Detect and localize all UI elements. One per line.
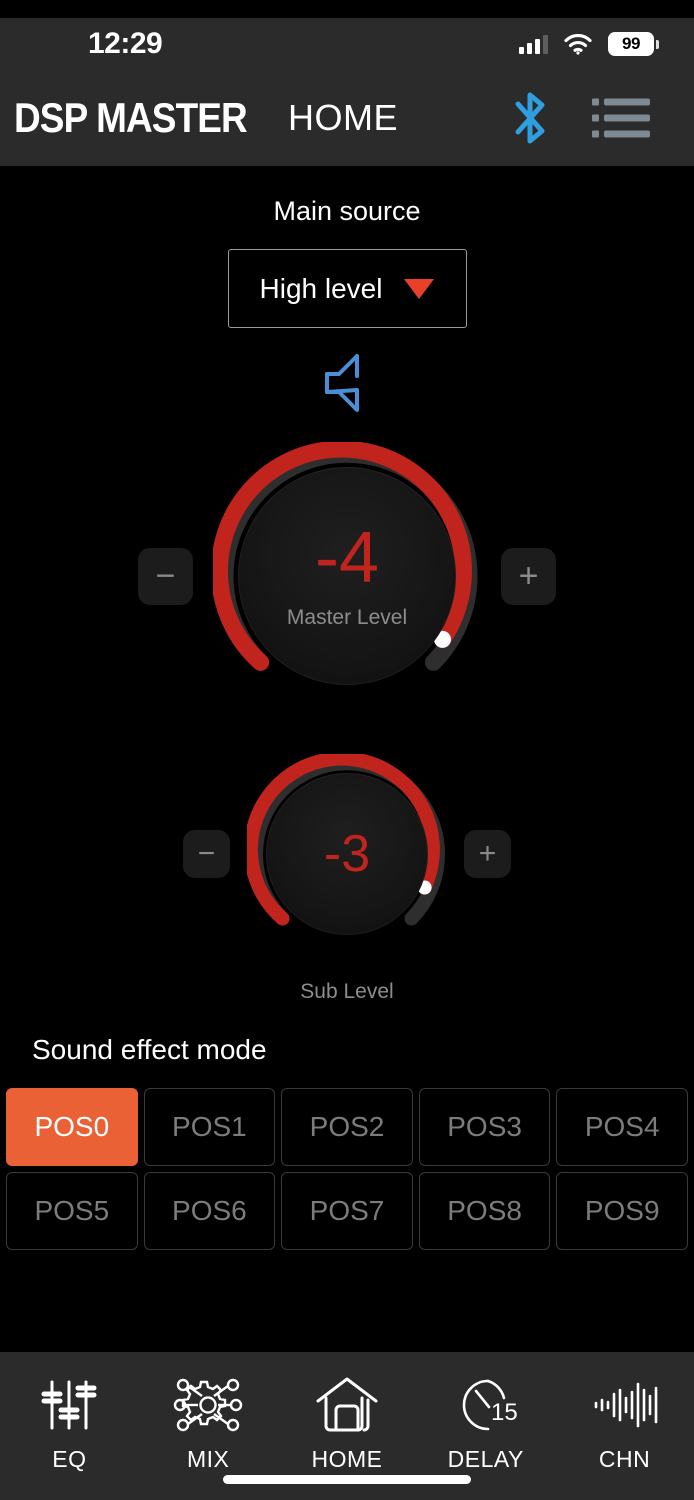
sub-increment-button[interactable]: + (464, 830, 511, 878)
nav-item-delay[interactable]: 15 DELAY (423, 1374, 548, 1473)
cellular-signal-icon (519, 34, 548, 54)
sub-level-control: − -3 + (0, 754, 694, 954)
master-level-caption: Master Level (286, 606, 408, 629)
app-header: DSP MASTER HOME (0, 70, 694, 166)
equalizer-sliders-icon (40, 1374, 98, 1436)
sub-level-dial[interactable]: -3 (247, 754, 447, 954)
main-content: Main source High level − -4 Master Level… (0, 166, 694, 1294)
preset-grid: POS0 POS1 POS2 POS3 POS4 POS5 POS6 POS7 … (0, 1088, 694, 1250)
preset-button-pos1[interactable]: POS1 (143, 1088, 276, 1166)
master-level-value: -4 (314, 518, 380, 598)
home-icon (314, 1374, 380, 1436)
status-indicators: 99 (519, 32, 659, 56)
delay-clock-icon: 15 (451, 1374, 521, 1436)
nav-label-delay: DELAY (447, 1446, 524, 1472)
bluetooth-icon[interactable] (508, 87, 552, 149)
sub-decrement-button[interactable]: − (183, 830, 230, 878)
app-logo: DSP MASTER (14, 94, 248, 141)
main-source-value: High level (259, 272, 383, 304)
bottom-navigation: EQ MIX HOME 15 DELAY CHN (0, 1352, 694, 1500)
list-menu-icon[interactable] (592, 98, 650, 138)
status-clock: 12:29 (88, 27, 163, 60)
sub-level-value: -3 (323, 825, 371, 883)
waveform-icon (590, 1374, 660, 1436)
caret-down-icon (404, 278, 435, 299)
preset-button-pos6[interactable]: POS6 (143, 1172, 276, 1250)
status-bar: 12:29 99 (0, 18, 694, 70)
preset-button-pos0[interactable]: POS0 (6, 1088, 138, 1166)
nav-item-chn[interactable]: CHN (562, 1374, 687, 1473)
master-decrement-button[interactable]: − (138, 547, 193, 605)
nav-label-chn: CHN (598, 1446, 651, 1472)
app-screen: 12:29 99 DSP MASTER HOME Main source Hig… (0, 0, 694, 1500)
home-indicator[interactable] (223, 1475, 471, 1484)
battery-level: 99 (622, 34, 640, 53)
notch-strip (0, 0, 694, 18)
preset-button-pos7[interactable]: POS7 (281, 1172, 413, 1250)
battery-icon: 99 (608, 32, 659, 56)
page-title: HOME (288, 97, 398, 138)
sound-effect-mode-title: Sound effect mode (32, 1034, 267, 1065)
master-increment-button[interactable]: + (501, 547, 556, 605)
nav-label-eq: EQ (52, 1446, 87, 1472)
sub-dial-face: -3 (266, 773, 428, 935)
sub-level-caption: Sub Level (300, 980, 394, 1003)
nav-label-mix: MIX (186, 1446, 230, 1472)
master-level-control: − -4 Master Level + (0, 442, 694, 710)
delay-badge: 15 (491, 1399, 518, 1426)
nav-item-home[interactable]: HOME (284, 1374, 409, 1473)
speaker-icon (325, 354, 359, 412)
preset-button-pos5[interactable]: POS5 (6, 1172, 138, 1250)
master-dial-face: -4 Master Level (238, 467, 456, 685)
mixer-gear-network-icon (172, 1374, 244, 1436)
speaker-icon-wrap (0, 350, 694, 416)
preset-button-pos4[interactable]: POS4 (556, 1088, 688, 1166)
preset-button-pos3[interactable]: POS3 (418, 1088, 551, 1166)
nav-item-mix[interactable]: MIX (146, 1374, 271, 1473)
preset-button-pos2[interactable]: POS2 (281, 1088, 413, 1166)
preset-button-pos9[interactable]: POS9 (556, 1172, 688, 1250)
preset-button-pos8[interactable]: POS8 (418, 1172, 551, 1250)
wifi-icon (564, 33, 592, 55)
main-source-label: Main source (273, 196, 421, 226)
master-level-dial[interactable]: -4 Master Level (213, 442, 481, 710)
nav-item-eq[interactable]: EQ (7, 1374, 132, 1473)
main-source-dropdown[interactable]: High level (227, 249, 467, 328)
nav-label-home: HOME (311, 1446, 383, 1472)
